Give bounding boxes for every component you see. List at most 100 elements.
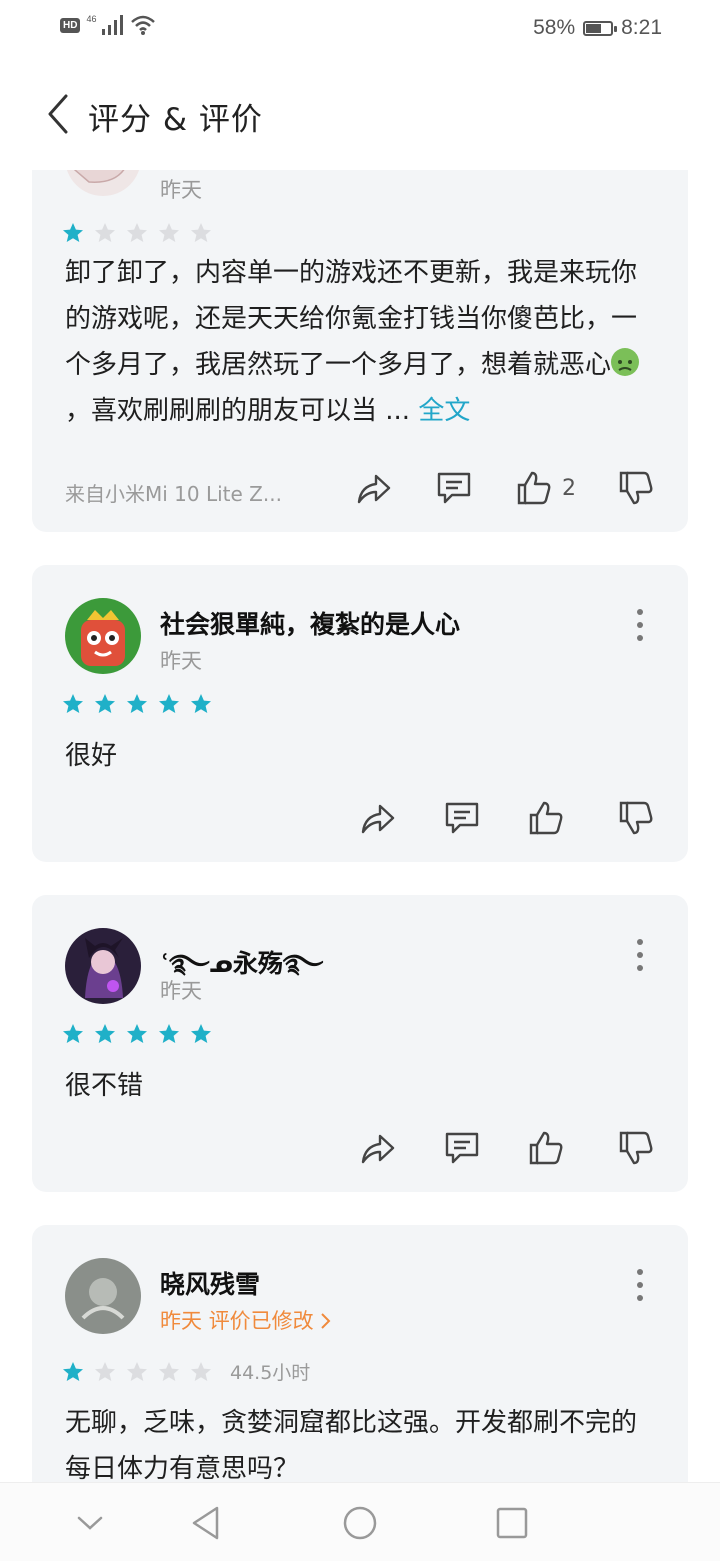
star-filled-icon (63, 694, 83, 713)
comment-icon (437, 472, 471, 504)
clock: 8:21 (621, 16, 662, 39)
thumbs-up-icon (529, 801, 563, 835)
status-right: 58% 8:21 (533, 16, 662, 40)
chevron-left-icon (48, 94, 68, 134)
like-count: 2 (562, 475, 576, 501)
avatar[interactable] (65, 170, 141, 196)
review-text: 很好 (65, 741, 118, 771)
nav-back-button[interactable] (184, 1501, 228, 1545)
nav-recents-button[interactable] (490, 1501, 534, 1545)
star-empty-icon (191, 1361, 211, 1381)
rating-stars: 44.5小时 (62, 1358, 310, 1385)
dislike-button[interactable] (616, 798, 656, 838)
star-filled-icon (63, 1361, 83, 1381)
thumbs-down-icon (619, 801, 653, 835)
review-card: 社会狠單純，複紮的是人心 昨天 很好 (32, 565, 688, 862)
review-time: 昨天 (160, 649, 202, 673)
star-filled-icon (63, 1024, 83, 1043)
read-more-link[interactable]: 全文 (418, 396, 470, 426)
star-empty-icon (127, 223, 147, 242)
dislike-button[interactable] (616, 1128, 656, 1168)
review-text-body: 卸了卸了，内容单一的游戏还不更新，我是来玩你的游戏呢，还是天天给你氪金打钱当你傻… (65, 258, 638, 380)
star-empty-icon (159, 1361, 179, 1381)
review-actions (358, 798, 656, 838)
app-header: 评分 & 评价 (0, 58, 720, 170)
avatar[interactable] (65, 1258, 141, 1334)
system-nav-bar (0, 1482, 720, 1561)
review-time: 昨天 (160, 178, 202, 202)
back-triangle-icon (192, 1506, 219, 1540)
star-empty-icon (95, 1361, 115, 1381)
review-text: 无聊，乏味，贪婪洞窟都比这强。开发都刷不完的每日体力有意思吗？ (65, 1408, 638, 1482)
edited-label: 评价已修改 (208, 1309, 314, 1333)
star-empty-icon (159, 223, 179, 242)
star-filled-icon (95, 694, 115, 713)
star-filled-icon (159, 1024, 179, 1043)
review-card: ʿ࿐ᓄ永殇࿐ 昨天 很不错 (32, 895, 688, 1192)
star-filled-icon (191, 1024, 211, 1043)
like-button[interactable] (514, 468, 554, 508)
edited-link[interactable]: 评价已修改 (209, 1309, 333, 1333)
like-button[interactable] (526, 798, 566, 838)
page-title: 评分 & 评价 (88, 102, 263, 138)
share-button[interactable] (354, 468, 394, 508)
star-filled-icon (127, 694, 147, 713)
username[interactable]: 社会狠單純，複紮的是人心 (160, 605, 460, 641)
network-type: 46 (86, 14, 97, 24)
review-card: 晓风残雪 昨天 评价已修改 44.5小时 无聊，乏味，贪婪洞窟都比这强。开发都刷… (32, 1225, 688, 1482)
status-left: HD 46 (60, 14, 156, 36)
review-actions: 2 (354, 468, 656, 508)
chevron-right-icon (321, 1313, 331, 1329)
playtime-label: 44.5小时 (230, 1362, 311, 1384)
nav-home-button[interactable] (338, 1501, 382, 1545)
star-filled-icon (63, 223, 83, 242)
star-filled-icon (159, 694, 179, 713)
thumbs-down-icon (619, 1131, 653, 1165)
review-text-tail: ，喜欢刷刷刷的朋友可以当 ... (65, 396, 411, 426)
thumbs-up-icon (529, 1131, 563, 1165)
comment-button[interactable] (434, 468, 474, 508)
home-circle-icon (343, 1506, 377, 1540)
status-bar: HD 46 58% 8:21 (0, 0, 720, 58)
more-options-button[interactable] (630, 605, 650, 645)
review-list[interactable]: 昨天 卸了卸了，内容单一的游戏还不更新，我是来玩你的游戏呢，还是天天给你氪金打钱… (0, 170, 720, 1482)
review-text: 很不错 (65, 1071, 144, 1101)
hd-badge: HD (60, 17, 81, 33)
hide-nav-button[interactable] (68, 1501, 112, 1545)
review-time: 昨天 (160, 979, 202, 1003)
share-icon (357, 474, 391, 504)
avatar[interactable] (65, 598, 141, 674)
comment-button[interactable] (442, 798, 482, 838)
battery-percent: 58% (533, 16, 576, 39)
comment-icon (445, 1132, 479, 1164)
more-options-button[interactable] (630, 935, 650, 975)
share-button[interactable] (358, 1128, 398, 1168)
chevron-down-icon (77, 1516, 103, 1530)
thumbs-down-icon (619, 471, 653, 505)
nauseated-face-icon (611, 348, 640, 376)
review-card: 昨天 卸了卸了，内容单一的游戏还不更新，我是来玩你的游戏呢，还是天天给你氪金打钱… (32, 170, 688, 532)
wifi-icon (131, 15, 156, 35)
star-filled-icon (191, 694, 211, 713)
rating-stars (62, 693, 212, 715)
dislike-button[interactable] (616, 468, 656, 508)
review-time-row: 昨天 评价已修改 (160, 1305, 332, 1335)
like-button[interactable] (526, 1128, 566, 1168)
review-text: 卸了卸了，内容单一的游戏还不更新，我是来玩你的游戏呢，还是天天给你氪金打钱当你傻… (65, 250, 658, 434)
share-icon (361, 804, 395, 834)
share-button[interactable] (358, 798, 398, 838)
username[interactable]: 晓风残雪 (160, 1265, 260, 1301)
star-empty-icon (95, 223, 115, 242)
more-options-button[interactable] (630, 1265, 650, 1305)
avatar[interactable] (65, 928, 141, 1004)
back-button[interactable] (40, 88, 80, 140)
battery-icon (583, 20, 618, 36)
star-empty-icon (191, 223, 211, 242)
star-filled-icon (95, 1024, 115, 1043)
recents-square-icon (496, 1507, 528, 1539)
review-actions (358, 1128, 656, 1168)
rating-stars (62, 222, 212, 244)
comment-button[interactable] (442, 1128, 482, 1168)
review-time: 昨天 (160, 1309, 202, 1333)
share-icon (361, 1134, 395, 1164)
